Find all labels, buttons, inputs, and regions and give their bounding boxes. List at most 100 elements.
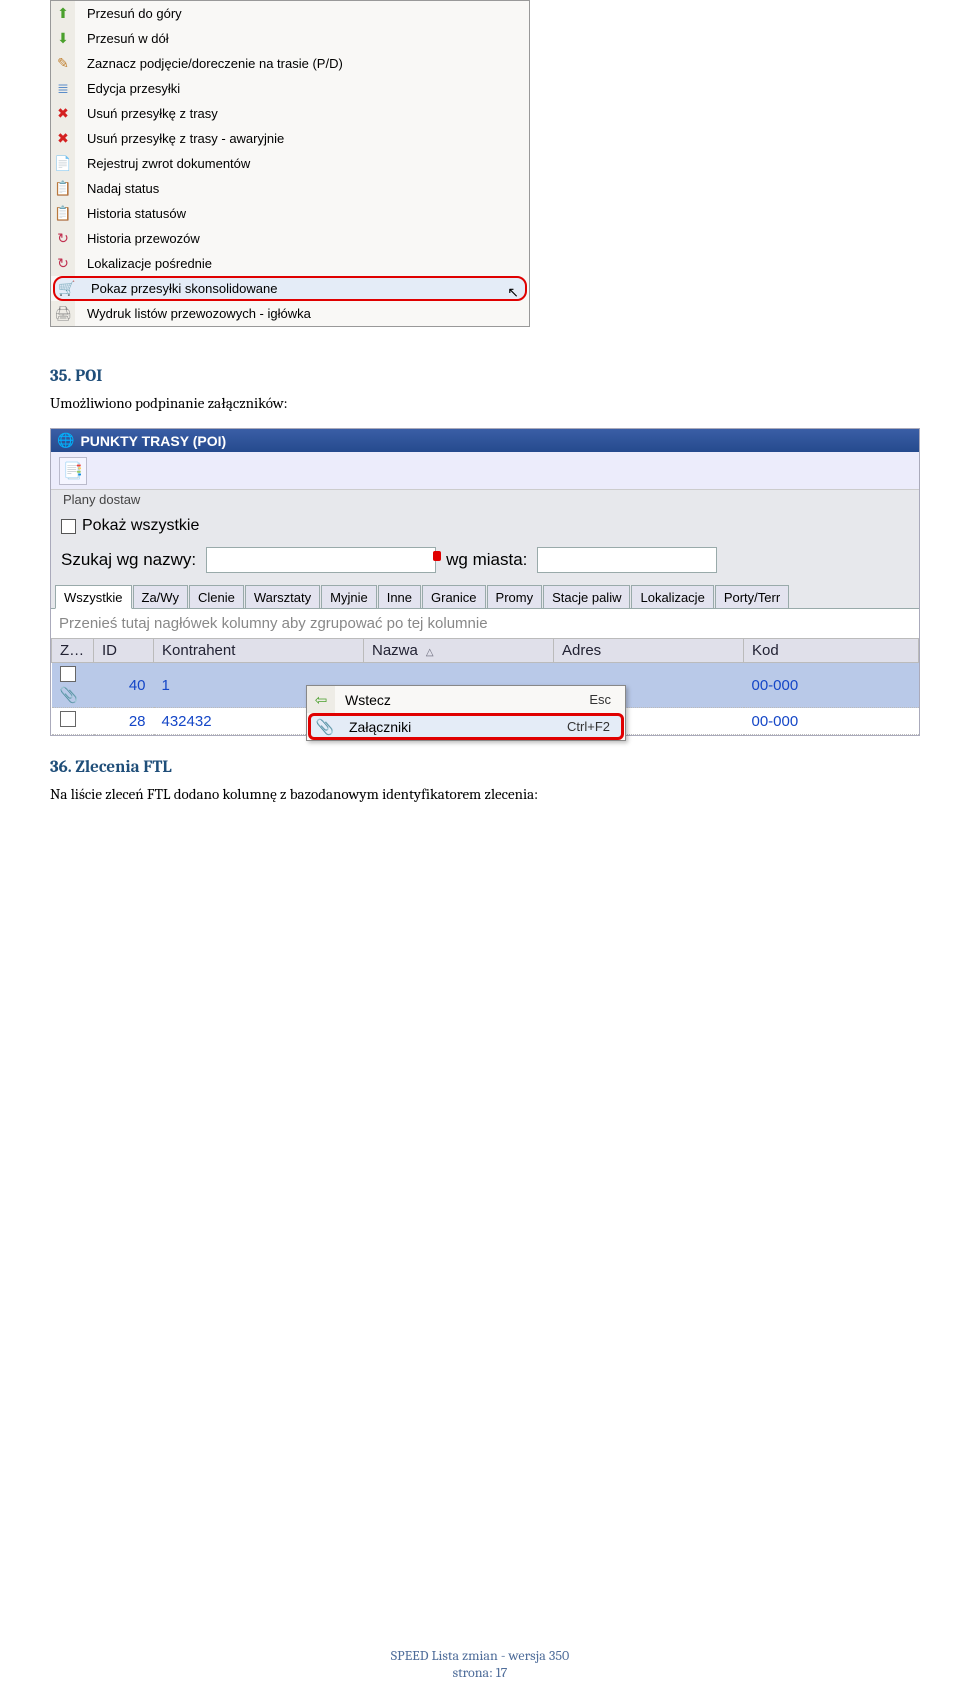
col-nazwa[interactable]: Nazwa△ <box>364 639 554 663</box>
tab-wszystkie[interactable]: Wszystkie <box>55 585 132 609</box>
inner-menu-label: Wstecz <box>345 692 579 708</box>
inner-menu-shortcut: Esc <box>589 692 615 707</box>
document-icon: ≣ <box>51 76 75 101</box>
cart-icon: 🛒 <box>55 276 79 301</box>
clipboard-icon: 📋 <box>51 176 75 201</box>
menu-item-show-consolidated[interactable]: 🛒 Pokaz przesyłki skonsolidowane ↖ <box>53 276 527 301</box>
menu-item-status-history[interactable]: 📋 Historia statusów <box>51 201 529 226</box>
page-icon: 📄 <box>51 151 75 176</box>
tab-warsztaty[interactable]: Warsztaty <box>245 585 320 608</box>
menu-item-label: Wydruk listów przewozowych - igłówka <box>83 306 521 321</box>
context-menu-screenshot: ⬆ Przesuń do góry ⬇ Przesuń w dół ✎ Zazn… <box>50 0 530 327</box>
menu-item-edit-shipment[interactable]: ≣ Edycja przesyłki <box>51 76 529 101</box>
menu-item-transport-history[interactable]: ↻ Historia przewozów <box>51 226 529 251</box>
poi-tabs: Wszystkie Za/Wy Clenie Warsztaty Myjnie … <box>51 583 919 609</box>
footer-line1: SPEED Lista zmian - wersja 350 <box>391 1647 569 1664</box>
menu-item-label: Usuń przesyłkę z trasy <box>83 106 521 121</box>
menu-item-set-status[interactable]: 📋 Nadaj status <box>51 176 529 201</box>
menu-item-move-down[interactable]: ⬇ Przesuń w dół <box>51 26 529 51</box>
cell-id: 28 <box>94 708 154 735</box>
delete-icon: ✖ <box>51 101 75 126</box>
cell-id: 40 <box>94 663 154 708</box>
tab-granice[interactable]: Granice <box>422 585 486 608</box>
printer-icon: 🖨 <box>51 301 75 326</box>
inner-menu-attachments[interactable]: 📎 Załączniki Ctrl+F2 <box>308 713 624 740</box>
page-footer: SPEED Lista zmian - wersja 350 strona: 1… <box>0 1647 960 1681</box>
tab-myjnie[interactable]: Myjnie <box>321 585 377 608</box>
grouping-hint: Przenieś tutaj nagłówek kolumny aby zgru… <box>51 609 919 638</box>
menu-item-intermediate-locations[interactable]: ↻ Lokalizacje pośrednie <box>51 251 529 276</box>
tab-promy[interactable]: Promy <box>487 585 543 608</box>
col-kod[interactable]: Kod <box>744 639 919 663</box>
menu-item-register-docs-return[interactable]: 📄 Rejestruj zwrot dokumentów <box>51 151 529 176</box>
history-icon: ↻ <box>51 251 75 276</box>
section-36-text: Na liście zleceń FTL dodano kolumnę z ba… <box>50 785 910 803</box>
section-35-heading: 35. POI <box>50 367 910 386</box>
footer-line2: strona: 17 <box>0 1664 960 1681</box>
cursor-icon: ↖ <box>507 284 519 301</box>
search-city-label: wg miasta: <box>446 550 527 570</box>
inner-menu-shortcut: Ctrl+F2 <box>567 719 614 734</box>
menu-item-label: Pokaz przesyłki skonsolidowane <box>87 281 499 296</box>
cell-kod: 00-000 <box>744 708 919 735</box>
table-header-row: Z… ID Kontrahent Nazwa△ Adres Kod <box>52 639 919 663</box>
tab-clenie[interactable]: Clenie <box>189 585 244 608</box>
poi-title: PUNKTY TRASY (POI) <box>80 433 226 449</box>
inner-context-menu: ⇦ Wstecz Esc 📎 Załączniki Ctrl+F2 <box>306 685 626 741</box>
tab-porty[interactable]: Porty/Terr <box>715 585 789 608</box>
menu-item-label: Przesuń w dół <box>83 31 521 46</box>
col-kontrahent[interactable]: Kontrahent <box>154 639 364 663</box>
show-all-row: Pokaż wszystkie <box>51 513 919 541</box>
cell-kod: 00-000 <box>744 663 919 708</box>
menu-item-label: Zaznacz podjęcie/doreczenie na trasie (P… <box>83 56 521 71</box>
col-adres[interactable]: Adres <box>554 639 744 663</box>
inner-menu-back[interactable]: ⇦ Wstecz Esc <box>307 686 625 713</box>
menu-item-label: Historia statusów <box>83 206 521 221</box>
menu-item-remove-shipment[interactable]: ✖ Usuń przesyłkę z trasy <box>51 101 529 126</box>
tab-stacje-paliw[interactable]: Stacje paliw <box>543 585 630 608</box>
menu-item-print-waybills[interactable]: 🖨 Wydruk listów przewozowych - igłówka <box>51 301 529 326</box>
attachment-icon: 📎 <box>60 687 79 704</box>
attachment-icon: 📎 <box>311 713 339 740</box>
plany-dostaw-label: Plany dostaw <box>51 490 919 513</box>
menu-item-label: Przesuń do góry <box>83 6 521 21</box>
arrow-up-icon: ⬆ <box>51 1 75 26</box>
search-name-input[interactable] <box>206 547 436 573</box>
poi-toolbar: 📑 <box>51 452 919 490</box>
col-z[interactable]: Z… <box>52 639 94 663</box>
delete-icon: ✖ <box>51 126 75 151</box>
arrow-down-icon: ⬇ <box>51 26 75 51</box>
clipboard-icon: 📋 <box>51 201 75 226</box>
menu-item-mark-pd[interactable]: ✎ Zaznacz podjęcie/doreczenie na trasie … <box>51 51 529 76</box>
toolbar-plan-button[interactable]: 📑 <box>59 457 87 485</box>
show-all-label: Pokaż wszystkie <box>82 517 199 535</box>
row-checkbox[interactable] <box>60 711 76 727</box>
poi-search-row: Szukaj wg nazwy: wg miasta: <box>51 541 919 583</box>
show-all-checkbox[interactable] <box>61 519 76 534</box>
tab-lokalizacje[interactable]: Lokalizacje <box>631 585 713 608</box>
search-city-input[interactable] <box>537 547 717 573</box>
menu-item-label: Edycja przesyłki <box>83 81 521 96</box>
section-36-heading: 36. Zlecenia FTL <box>50 758 910 777</box>
document-page: ⬆ Przesuń do góry ⬇ Przesuń w dół ✎ Zazn… <box>0 0 960 1705</box>
menu-item-move-up[interactable]: ⬆ Przesuń do góry <box>51 1 529 26</box>
row-checkbox[interactable] <box>60 666 76 682</box>
menu-item-label: Lokalizacje pośrednie <box>83 256 521 271</box>
sort-asc-icon: △ <box>426 647 434 658</box>
menu-item-label: Rejestruj zwrot dokumentów <box>83 156 521 171</box>
globe-icon: 🌐 <box>57 432 74 449</box>
tab-zawy[interactable]: Za/Wy <box>133 585 188 608</box>
menu-item-label: Historia przewozów <box>83 231 521 246</box>
red-marker-icon <box>433 551 441 561</box>
menu-item-remove-shipment-emergency[interactable]: ✖ Usuń przesyłkę z trasy - awaryjnie <box>51 126 529 151</box>
poi-panel-screenshot: 🌐 PUNKTY TRASY (POI) 📑 Plany dostaw Poka… <box>50 428 920 736</box>
menu-item-label: Usuń przesyłkę z trasy - awaryjnie <box>83 131 521 146</box>
back-arrow-icon: ⇦ <box>307 686 335 713</box>
section-35-text: Umożliwiono podpinanie załączników: <box>50 394 910 412</box>
tab-inne[interactable]: Inne <box>378 585 421 608</box>
search-name-label: Szukaj wg nazwy: <box>61 550 196 570</box>
history-icon: ↻ <box>51 226 75 251</box>
col-id[interactable]: ID <box>94 639 154 663</box>
menu-item-label: Nadaj status <box>83 181 521 196</box>
poi-titlebar: 🌐 PUNKTY TRASY (POI) <box>51 429 919 452</box>
